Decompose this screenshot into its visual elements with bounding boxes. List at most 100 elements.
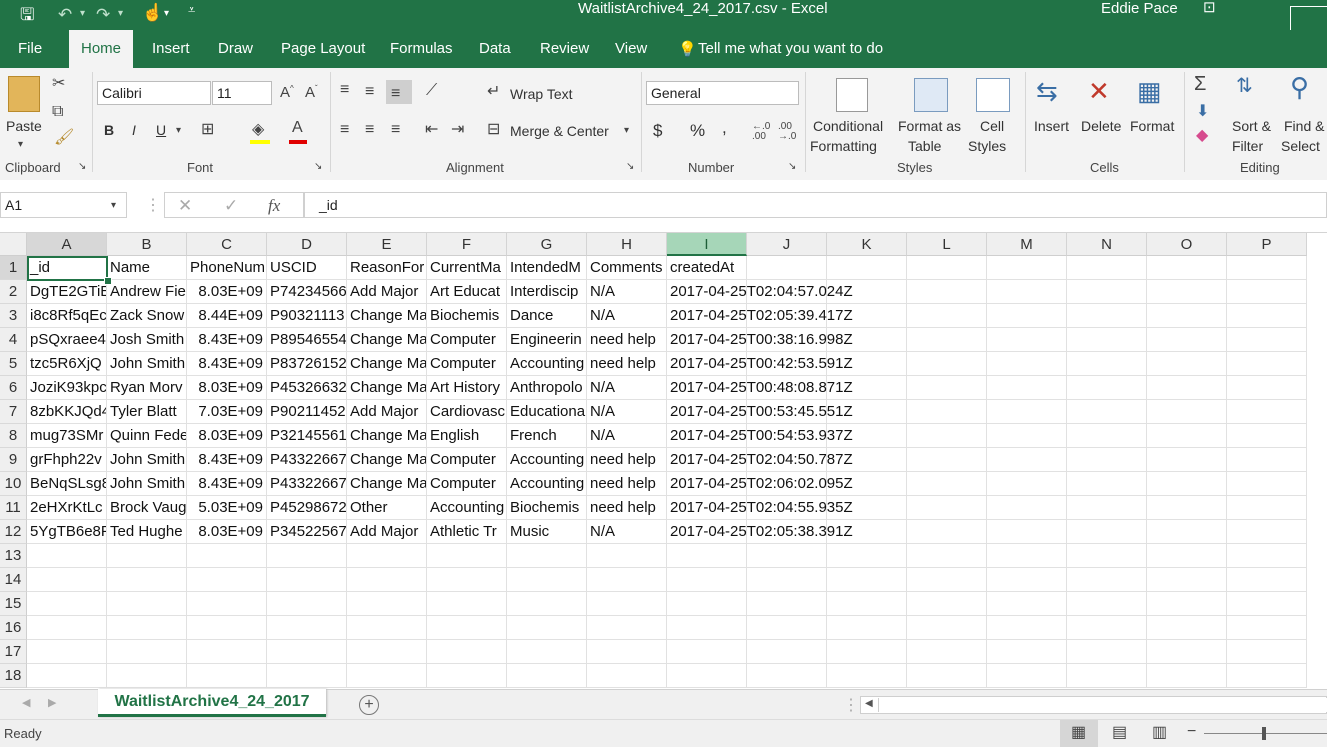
delete-button[interactable]: Delete [1081,118,1121,134]
cell-k14[interactable] [827,568,907,592]
decrease-indent-icon[interactable]: ⇤ [425,122,438,138]
cell-f2[interactable]: Art Educat [427,280,507,304]
cell-o2[interactable] [1147,280,1227,304]
autosum-icon[interactable]: Σ [1194,74,1206,94]
format-as-table-icon[interactable] [914,78,948,112]
row-header-15[interactable]: 15 [0,592,27,616]
cell-a4[interactable]: pSQxraee4 [27,328,107,352]
cell-l17[interactable] [907,640,987,664]
cell-h18[interactable] [587,664,667,688]
cell-e8[interactable]: Change Ma [347,424,427,448]
cell-b12[interactable]: Ted Hughe [107,520,187,544]
scroll-left-icon[interactable]: ◀ [865,699,873,709]
cell-n4[interactable] [1067,328,1147,352]
underline-button[interactable]: U [156,122,166,138]
cell-c18[interactable] [187,664,267,688]
cell-n16[interactable] [1067,616,1147,640]
cell-g11[interactable]: Biochemis [507,496,587,520]
user-name[interactable]: Eddie Pace [1101,0,1178,17]
cell-e9[interactable]: Change Ma [347,448,427,472]
cell-o17[interactable] [1147,640,1227,664]
cell-i7[interactable]: 2017-04-25T00:53:45.551Z [667,400,853,424]
tab-formulas[interactable]: Formulas [390,40,453,57]
cell-f11[interactable]: Accounting [427,496,507,520]
cell-d13[interactable] [267,544,347,568]
font-launcher-icon[interactable]: ↘ [314,162,322,172]
cell-c17[interactable] [187,640,267,664]
cell-b9[interactable]: John Smith [107,448,187,472]
cell-c1[interactable]: PhoneNum [187,256,267,280]
row-header-5[interactable]: 5 [0,352,27,376]
cell-i11[interactable]: 2017-04-25T02:04:55.935Z [667,496,853,520]
format-painter-icon[interactable]: 🖌 [54,130,74,146]
cell-e12[interactable]: Add Major [347,520,427,544]
format-cells-icon[interactable]: ▦ [1137,78,1162,104]
copy-icon[interactable]: ⧉ [52,104,63,120]
tab-view[interactable]: View [615,40,647,57]
cell-h11[interactable]: need help [587,496,667,520]
format-as-table-label[interactable]: Format as [898,118,961,134]
cell-a12[interactable]: 5YgTB6e8F [27,520,107,544]
cell-n10[interactable] [1067,472,1147,496]
column-header-e[interactable]: E [347,233,427,256]
cell-m6[interactable] [987,376,1067,400]
restore-window-icon[interactable] [1290,6,1327,30]
cell-a10[interactable]: BeNqSLsg8 [27,472,107,496]
wrap-text-button[interactable]: Wrap Text [510,86,573,102]
cell-m16[interactable] [987,616,1067,640]
cell-l7[interactable] [907,400,987,424]
cell-f13[interactable] [427,544,507,568]
fill-handle[interactable] [104,277,112,285]
cell-i1[interactable]: createdAt [667,256,747,280]
cell-l6[interactable] [907,376,987,400]
cell-c11[interactable]: 5.03E+09 [187,496,267,520]
column-header-p[interactable]: P [1227,233,1307,256]
new-sheet-icon[interactable]: + [359,695,379,715]
number-launcher-icon[interactable]: ↘ [788,162,796,172]
cell-d16[interactable] [267,616,347,640]
cell-l10[interactable] [907,472,987,496]
paste-icon[interactable] [8,76,40,112]
currency-button[interactable]: $ [653,121,662,141]
cell-o4[interactable] [1147,328,1227,352]
page-layout-view-icon[interactable]: ▤ [1112,725,1127,741]
column-header-j[interactable]: J [747,233,827,256]
bottom-align-icon[interactable]: ≡ [391,86,400,102]
cell-styles-icon[interactable] [976,78,1010,112]
cell-d5[interactable]: P83726152 [267,352,347,376]
cell-h12[interactable]: N/A [587,520,667,544]
row-header-14[interactable]: 14 [0,568,27,592]
cell-d7[interactable]: P90211452 [267,400,347,424]
cell-d3[interactable]: P90321113 [267,304,347,328]
cell-b5[interactable]: John Smith [107,352,187,376]
cell-e18[interactable] [347,664,427,688]
cell-n8[interactable] [1067,424,1147,448]
column-header-i[interactable]: I [667,233,747,256]
cell-g15[interactable] [507,592,587,616]
cell-j18[interactable] [747,664,827,688]
cell-m9[interactable] [987,448,1067,472]
cell-p11[interactable] [1227,496,1307,520]
cell-c14[interactable] [187,568,267,592]
cell-f9[interactable]: Computer [427,448,507,472]
cell-i10[interactable]: 2017-04-25T02:06:02.095Z [667,472,853,496]
cell-j13[interactable] [747,544,827,568]
cell-j15[interactable] [747,592,827,616]
cell-e10[interactable]: Change Ma [347,472,427,496]
ribbon-display-options-icon[interactable]: ⊡ [1203,0,1216,15]
cell-l4[interactable] [907,328,987,352]
cell-o6[interactable] [1147,376,1227,400]
cell-p3[interactable] [1227,304,1307,328]
cell-k17[interactable] [827,640,907,664]
cell-a14[interactable] [27,568,107,592]
cell-o16[interactable] [1147,616,1227,640]
column-header-g[interactable]: G [507,233,587,256]
cell-j1[interactable] [747,256,827,280]
column-header-f[interactable]: F [427,233,507,256]
cell-g6[interactable]: Anthropolo [507,376,587,400]
percent-button[interactable]: % [690,121,705,141]
cell-j17[interactable] [747,640,827,664]
cell-m3[interactable] [987,304,1067,328]
zoom-slider-thumb[interactable] [1262,727,1266,740]
column-header-k[interactable]: K [827,233,907,256]
